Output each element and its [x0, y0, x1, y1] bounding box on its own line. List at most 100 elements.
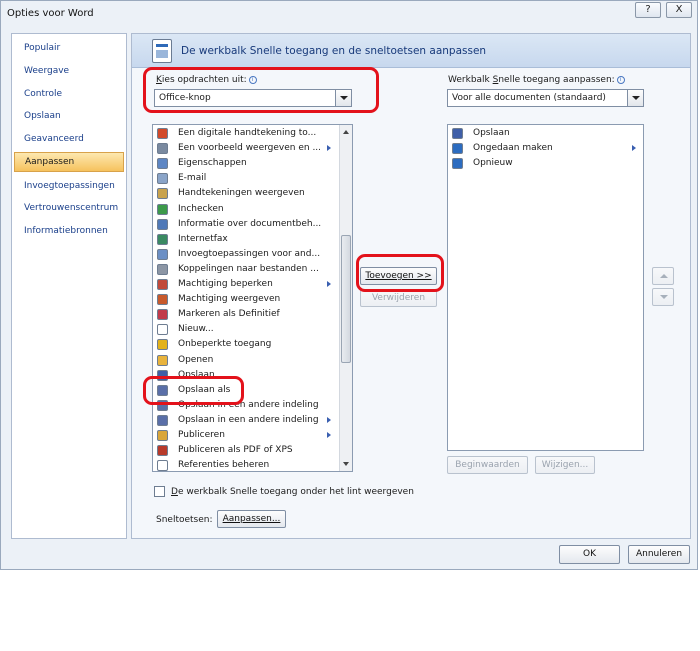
list-item-label: E-mail: [178, 173, 207, 184]
sidebar-item-geavanceerd[interactable]: Geavanceerd: [14, 129, 124, 149]
list-item[interactable]: Openen: [155, 353, 333, 368]
list-item[interactable]: Informatie over documentbeh...: [155, 217, 333, 232]
list-item[interactable]: Machtiging beperken: [155, 277, 333, 292]
show-below-ribbon-checkbox[interactable]: [154, 486, 165, 497]
list-item[interactable]: Onbeperkte toegang: [155, 337, 333, 352]
list-item-label: Handtekeningen weergeven: [178, 188, 305, 199]
publish-icon: [157, 430, 168, 441]
sidebar-item-weergave[interactable]: Weergave: [14, 61, 124, 81]
choose-commands-dropdown[interactable]: Office-knop: [154, 89, 352, 107]
show-below-ribbon-accesskey: D: [171, 487, 178, 497]
move-down-button[interactable]: [652, 288, 674, 306]
customize-qat-dropdown[interactable]: Voor alle documenten (standaard): [447, 89, 644, 107]
sidebar-item-opslaan[interactable]: Opslaan: [14, 106, 124, 126]
sidebar-item-label: Controle: [24, 89, 63, 99]
sidebar-item-label: Geavanceerd: [24, 134, 84, 144]
save-icon: [157, 369, 168, 381]
list-item[interactable]: Opslaan in een andere indeling: [155, 398, 333, 413]
help-button[interactable]: ?: [635, 2, 661, 18]
submenu-arrow-icon: [327, 145, 331, 152]
commands-scrollbar[interactable]: [339, 125, 352, 471]
list-item[interactable]: Nieuw...: [155, 322, 333, 337]
title-bar: Opties voor Word ? X: [1, 1, 697, 26]
ok-button[interactable]: OK: [559, 545, 620, 564]
list-item[interactable]: Invoegtoepassingen voor and...: [155, 247, 333, 262]
list-item[interactable]: Koppelingen naar bestanden ...: [155, 262, 333, 277]
check-in-icon: [157, 203, 168, 215]
list-item-label: Inchecken: [178, 203, 224, 214]
submenu-arrow-icon: [632, 145, 636, 152]
sidebar-item-invoegtoepassingen[interactable]: Invoegtoepassingen: [14, 176, 124, 196]
list-item-label: Openen: [178, 354, 214, 365]
list-item[interactable]: Handtekeningen weergeven: [155, 186, 333, 201]
close-button[interactable]: X: [666, 2, 692, 18]
chevron-down-icon[interactable]: [627, 90, 643, 106]
commands-list[interactable]: Een digitale handtekening to... Een voorb…: [152, 124, 353, 472]
undo-icon: [452, 143, 463, 155]
scroll-up-icon[interactable]: [343, 130, 349, 134]
list-item-label: Publiceren als PDF of XPS: [178, 445, 293, 456]
list-item[interactable]: Opnieuw: [450, 156, 638, 171]
sidebar-item-controle[interactable]: Controle: [14, 84, 124, 104]
list-item[interactable]: Opslaan als: [155, 383, 333, 398]
list-item-label: Opslaan in een andere indeling: [178, 414, 319, 425]
sidebar-item-populair[interactable]: Populair: [14, 38, 124, 58]
list-item[interactable]: Publiceren als PDF of XPS: [155, 443, 333, 458]
add-button[interactable]: Toevoegen >>: [360, 267, 437, 285]
sidebar-item-vertrouwenscentrum[interactable]: Vertrouwenscentrum: [14, 198, 124, 218]
save-other-format-icon: [157, 414, 168, 426]
list-item[interactable]: Ongedaan maken: [450, 141, 638, 156]
word-options-dialog: Opties voor Word ? X Populair Weergave C…: [0, 0, 698, 570]
move-up-button[interactable]: [652, 267, 674, 285]
close-icon: X: [675, 4, 683, 15]
reset-button[interactable]: Beginwaarden: [447, 456, 528, 474]
list-item[interactable]: Een digitale handtekening to...: [155, 126, 333, 141]
chevron-down-icon[interactable]: [335, 90, 351, 106]
list-item[interactable]: Een voorbeeld weergeven en ...: [155, 141, 333, 156]
list-item[interactable]: Publiceren: [155, 428, 333, 443]
pdf-xps-icon: [157, 445, 168, 457]
cancel-button[interactable]: Annuleren: [628, 545, 690, 564]
cancel-button-label: Annuleren: [635, 549, 683, 559]
list-item[interactable]: Inchecken: [155, 202, 333, 217]
list-item[interactable]: Opslaan: [155, 368, 333, 383]
page-title: De werkbalk Snelle toegang en de sneltoe…: [181, 45, 487, 57]
submenu-arrow-icon: [327, 416, 331, 423]
customize-shortcuts-button[interactable]: Aanpassen...: [217, 510, 286, 528]
list-item[interactable]: Internetfax: [155, 232, 333, 247]
customize-qat-label-text: nelle toegang aanpassen:: [498, 75, 615, 85]
list-item[interactable]: Markeren als Definitief: [155, 307, 333, 322]
list-item-label: Koppelingen naar bestanden ...: [178, 263, 319, 274]
list-item[interactable]: E-mail: [155, 171, 333, 186]
remove-button[interactable]: Verwijderen: [360, 289, 437, 307]
internet-fax-icon: [157, 233, 168, 245]
checkmark-icon: [157, 339, 168, 351]
list-item-label: Onbeperkte toegang: [178, 339, 272, 350]
list-item[interactable]: Eigenschappen: [155, 156, 333, 171]
ok-button-label: OK: [583, 549, 596, 559]
add-button-label: Toevoegen >>: [365, 271, 432, 281]
list-item[interactable]: Opslaan in een andere indeling: [155, 413, 333, 428]
list-item[interactable]: Opslaan: [450, 126, 638, 141]
scroll-thumb[interactable]: [341, 235, 351, 363]
list-item-label: Ongedaan maken: [473, 143, 553, 154]
list-item-label: Machtiging beperken: [178, 279, 273, 289]
customize-qat-label-pre: Werkbalk: [448, 75, 493, 85]
modify-button[interactable]: Wijzigen...: [535, 456, 595, 474]
ribbon-seal-icon: [157, 128, 168, 139]
scroll-down-icon[interactable]: [343, 462, 349, 466]
list-item-label: Een digitale handtekening to...: [178, 128, 317, 138]
customize-qat-value: Voor alle documenten (standaard): [452, 93, 606, 103]
choose-commands-label: Kies opdrachten uit: i: [156, 75, 257, 85]
list-item[interactable]: Machtiging weergeven: [155, 292, 333, 307]
sidebar-item-aanpassen[interactable]: Aanpassen: [14, 152, 124, 172]
sidebar-item-label: Aanpassen: [25, 157, 75, 167]
list-item[interactable]: Referenties beheren: [155, 458, 333, 471]
list-item-label: Opslaan als: [178, 384, 231, 395]
window-title: Opties voor Word: [7, 8, 94, 19]
list-item-label: Opslaan in een andere indeling: [178, 399, 319, 410]
sidebar-item-informatiebronnen[interactable]: Informatiebronnen: [14, 221, 124, 241]
qat-items-list[interactable]: Opslaan Ongedaan maken Opnieuw: [447, 124, 644, 451]
quick-access-toolbar-icon: [152, 39, 172, 63]
modify-button-label: Wijzigen...: [541, 460, 589, 470]
